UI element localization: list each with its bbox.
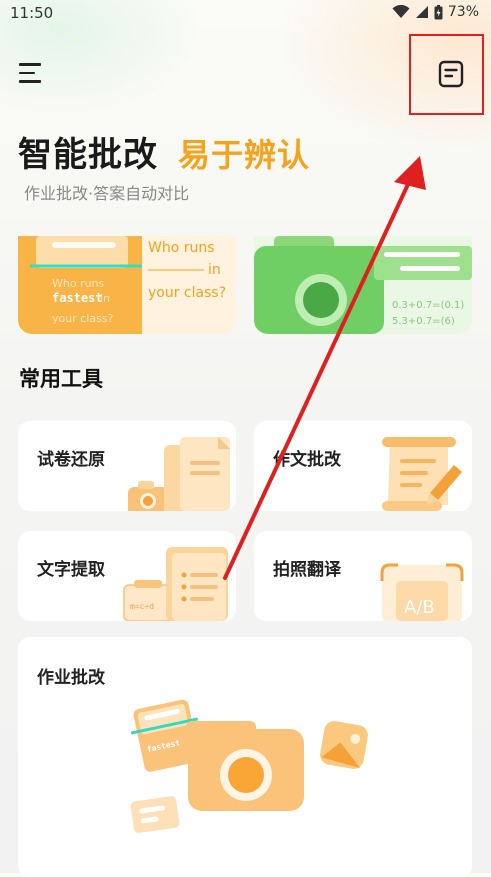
tool-card-label: 试卷还原 <box>37 450 105 470</box>
banner-left-card-line3: your class? <box>52 312 114 325</box>
status-time: 11:50 <box>10 4 54 22</box>
tool-card-essay-correct[interactable]: 作文批改 <box>254 421 472 511</box>
banner-left-headline: Who runs <box>148 240 215 256</box>
signal-icon <box>415 6 428 18</box>
banner-left-word-in: in <box>208 262 221 278</box>
svg-text:A/B: A/B <box>404 597 435 618</box>
banner-left-card-word-in: in <box>100 292 110 305</box>
tools-section-title: 常用工具 <box>19 367 103 391</box>
text-extract-icon: m=c÷d <box>123 547 228 621</box>
banner-right[interactable]: 0.3+0.7=(0.1) 5.3+0.7=(6) <box>254 236 472 334</box>
banner-left-headline2: your class? <box>148 285 226 301</box>
banner-right-art: 0.3+0.7=(0.1) 5.3+0.7=(6) <box>254 236 472 334</box>
banner-left-art: Who runs fastest in your class? Who runs… <box>18 236 226 334</box>
status-bar: 11:50 73% <box>0 0 491 28</box>
homework-camera-icon: fastest <box>130 699 368 833</box>
banner-left-card-line1: Who runs <box>52 277 105 290</box>
hero-title: 智能批改 易于辨认 <box>18 127 310 176</box>
tool-card-label: 作文批改 <box>273 450 341 470</box>
status-icons: 73% <box>392 4 479 20</box>
hero-title-main: 智能批改 <box>18 135 158 175</box>
banner-right-eq2: 5.3+0.7=(6) <box>392 316 455 327</box>
tool-card-photo-translate[interactable]: 拍照翻译 A/B <box>254 531 472 621</box>
banner-left-card-word: fastest <box>52 291 103 305</box>
tool-card-homework-correct[interactable]: 作业批改 fastest <box>18 637 472 877</box>
banner-left[interactable]: Who runs fastest in your class? Who runs… <box>18 236 236 334</box>
hero-subtitle: 作业批改·答案自动对比 <box>24 184 190 203</box>
tool-card-label: 作业批改 <box>37 668 105 688</box>
annotation-highlight-box <box>409 34 484 115</box>
battery-percent: 73% <box>447 4 479 20</box>
tool-card-label: 文字提取 <box>37 560 105 580</box>
tool-card-text-extract[interactable]: 文字提取 m=c÷d <box>18 531 236 621</box>
scroll-pen-icon <box>382 437 462 511</box>
wifi-icon <box>392 5 410 18</box>
tool-card-paper-restore[interactable]: 试卷还原 <box>18 421 236 511</box>
svg-text:m=c÷d: m=c÷d <box>130 602 154 611</box>
tool-card-label: 拍照翻译 <box>273 560 341 580</box>
hero-title-accent: 易于辨认 <box>178 136 311 174</box>
banner-right-eq1: 0.3+0.7=(0.1) <box>392 300 464 311</box>
photo-translate-icon: A/B <box>380 563 464 621</box>
paper-restore-icon <box>128 437 230 511</box>
hamburger-menu-icon[interactable] <box>19 63 45 85</box>
battery-icon <box>434 4 443 19</box>
